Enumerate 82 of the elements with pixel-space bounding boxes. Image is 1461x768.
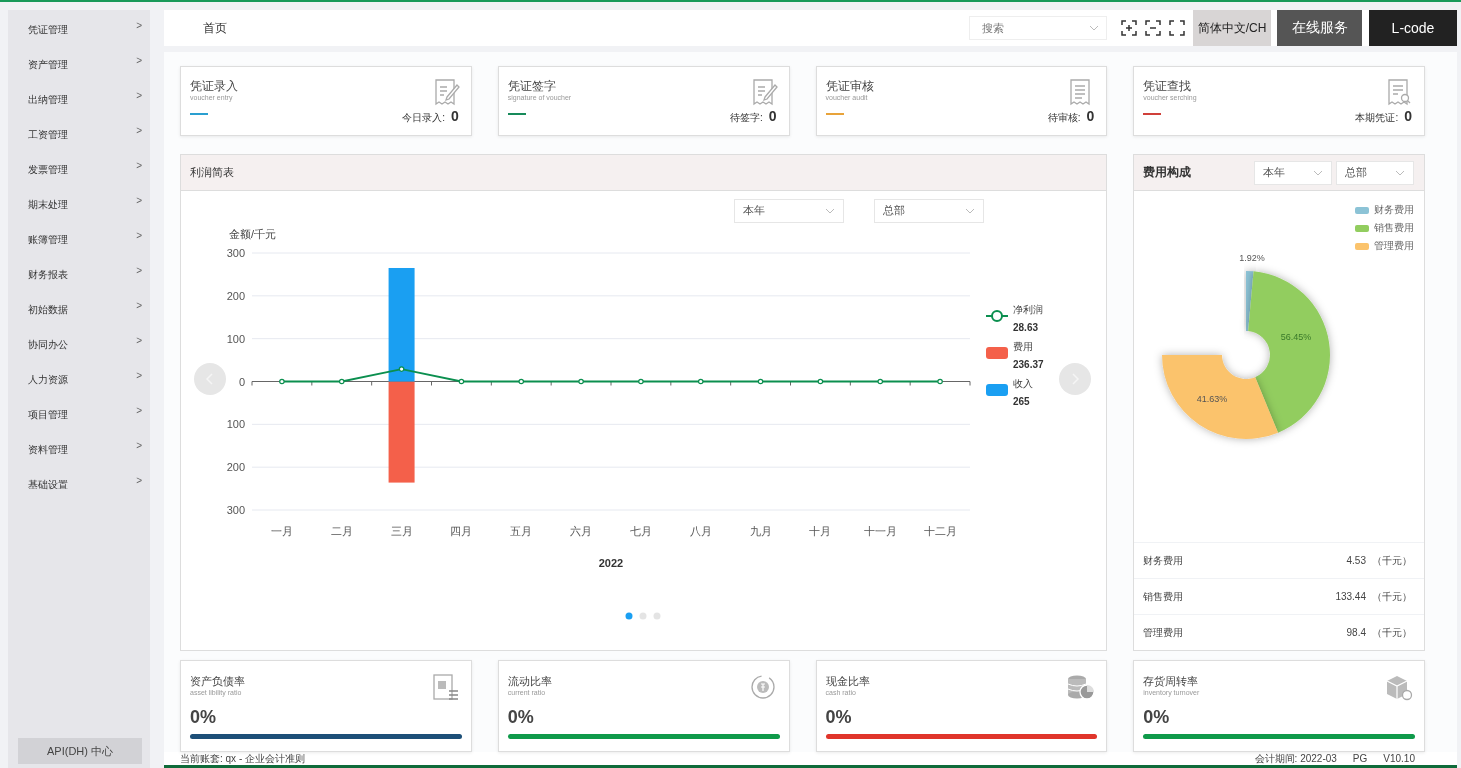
chevron-icon: >: [136, 475, 142, 486]
slice-label: 56.45%: [1280, 332, 1312, 342]
chevron-icon: >: [136, 160, 142, 171]
axis-label: 一月: [270, 524, 293, 537]
slice-label: 1.92%: [1239, 253, 1265, 263]
legend-value: 28.63: [1013, 321, 1039, 333]
expense-value: 4.53: [1346, 555, 1366, 566]
card-title: 凭证审核: [825, 79, 875, 93]
axis-label: 十一月: [863, 524, 897, 537]
axis-label: 200: [226, 460, 245, 473]
chevron-icon: >: [136, 90, 142, 101]
axis-title: 金额/千元: [229, 227, 277, 240]
card-title: 流动比率: [507, 675, 553, 688]
card-title: 现金比率: [825, 675, 871, 688]
panel-title: 利润简表: [190, 164, 234, 180]
expense-name: 销售费用: [1143, 589, 1184, 604]
axis-label: 四月: [450, 524, 473, 537]
unit-label: （千元）: [1372, 625, 1412, 640]
ratio-value: 0%: [825, 706, 853, 728]
legend-label: 财务费用: [1374, 203, 1414, 217]
axis-label: 十二月: [923, 524, 957, 537]
chevron-icon: >: [136, 440, 142, 451]
card-title: 凭证录入: [190, 79, 239, 93]
axis-label: 二月: [330, 524, 353, 537]
edition-label: PG: [1352, 753, 1368, 764]
unit-label: （千元）: [1372, 589, 1412, 604]
card-title: 凭证签字: [507, 79, 557, 93]
axis-label: 200: [226, 289, 245, 302]
axis-label: 三月: [390, 524, 413, 537]
legend-label: 费用: [1013, 340, 1033, 352]
axis-label: 300: [226, 246, 245, 259]
axis-label: 100: [226, 418, 245, 431]
expense-value: 98.4: [1346, 627, 1366, 638]
chevron-icon: >: [136, 20, 142, 31]
axis-label: 七月: [629, 524, 652, 537]
axis-label: 六月: [570, 524, 593, 537]
legend-value: 265: [1013, 395, 1030, 407]
ratio-value: 0%: [1143, 706, 1171, 728]
axis-label: 100: [226, 332, 245, 345]
chevron-icon: >: [136, 125, 142, 136]
ratio-value: 0%: [507, 706, 535, 728]
axis-label: 0: [238, 375, 245, 388]
account-info: 当前账套: qx - 企业会计准则: [180, 751, 306, 766]
count-label: 待审核:: [1047, 111, 1081, 125]
legend-label: 净利润: [1013, 303, 1043, 315]
chevron-icon: >: [136, 265, 142, 276]
expense-name: 管理费用: [1143, 625, 1184, 640]
count-label: 今日录入:: [402, 111, 445, 125]
slice-label: 41.63%: [1196, 394, 1228, 404]
chevron-icon: >: [136, 55, 142, 66]
panel-title: 费用构成: [1143, 164, 1192, 181]
legend-label: 销售费用: [1374, 221, 1414, 235]
card-title: 凭证查找: [1143, 79, 1193, 93]
card-title: 存货周转率: [1143, 675, 1200, 688]
chevron-icon: >: [136, 335, 142, 346]
count-label: 待签字:: [729, 111, 763, 125]
chevron-icon: >: [136, 370, 142, 381]
count-value: 0: [1404, 108, 1412, 124]
legend-label: 收入: [1013, 377, 1033, 389]
card-title: 资产负债率: [190, 675, 246, 688]
axis-label: 十月: [809, 524, 832, 537]
ratio-value: 0%: [190, 706, 217, 728]
legend-value: 236.37: [1013, 358, 1044, 370]
count-value: 0: [450, 108, 459, 124]
count-label: 本期凭证:: [1355, 111, 1399, 125]
chevron-icon: >: [136, 230, 142, 241]
period-info: 会计期间: 2022-03: [1254, 751, 1337, 766]
axis-label: 九月: [749, 524, 772, 537]
axis-title: 2022: [598, 556, 624, 569]
unit-label: （千元）: [1372, 553, 1412, 568]
count-value: 0: [768, 108, 777, 124]
version-label: V10.10: [1383, 753, 1415, 764]
axis-label: 五月: [510, 524, 533, 537]
axis-label: 八月: [689, 524, 712, 537]
count-value: 0: [1086, 108, 1095, 124]
axis-label: 300: [226, 503, 245, 516]
chevron-icon: >: [136, 195, 142, 206]
chevron-icon: >: [136, 405, 142, 416]
legend-label: 管理费用: [1374, 239, 1414, 253]
expense-value: 133.44: [1335, 591, 1366, 602]
expense-name: 财务费用: [1143, 553, 1184, 568]
chevron-icon: >: [136, 300, 142, 311]
